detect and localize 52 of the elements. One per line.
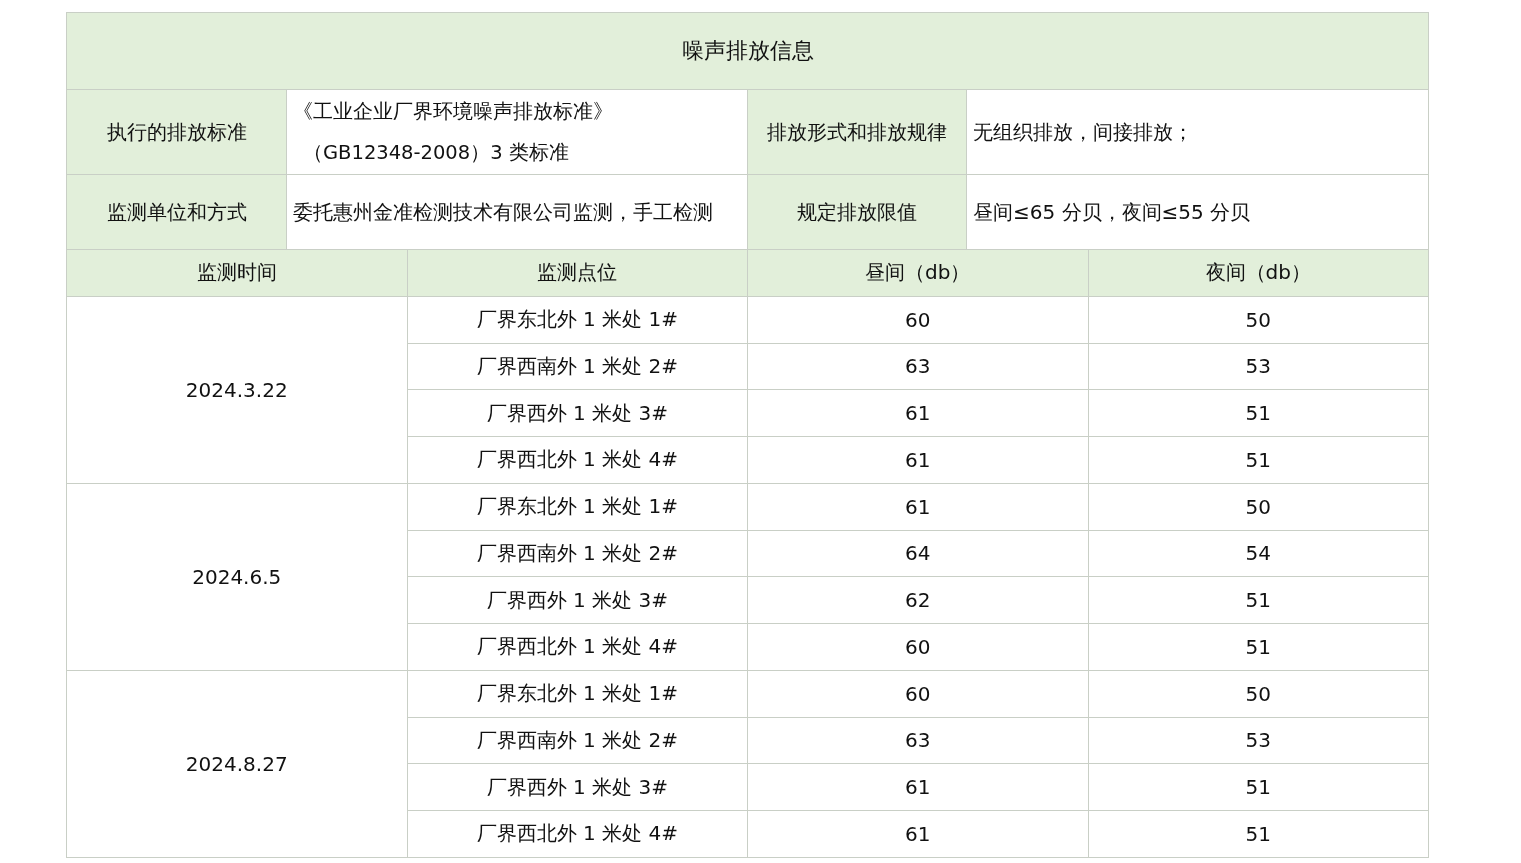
label-cell: 监测单位和方式: [67, 175, 287, 250]
column-header: 昼间（db）: [748, 250, 1089, 297]
label-cell: 规定排放限值: [748, 175, 967, 250]
table-cell: 61: [748, 811, 1089, 858]
table-cell: 厂界西南外 1 米处 2#: [407, 717, 748, 765]
table-cell: 51: [1088, 390, 1429, 437]
column-header: 监测时间: [67, 250, 408, 297]
table-cell: 厂界东北外 1 米处 1#: [407, 483, 748, 531]
column-header: 监测点位: [407, 250, 748, 297]
table-cell: 60: [748, 296, 1089, 344]
table-cell: 50: [1088, 483, 1429, 531]
table-cell: 厂界西北外 1 米处 4#: [407, 811, 748, 858]
table-cell: 50: [1088, 296, 1429, 344]
table-cell: 64: [748, 530, 1089, 578]
table-cell: 2024.6.5: [67, 483, 408, 671]
table-cell: 厂界西北外 1 米处 4#: [407, 624, 748, 671]
table-cell: 60: [748, 624, 1089, 671]
value-cell: 昼间≤65 分贝，夜间≤55 分贝: [967, 175, 1429, 250]
table-cell: 63: [748, 717, 1089, 765]
table-cell: 2024.8.27: [67, 670, 408, 858]
table-cell: 63: [748, 343, 1089, 391]
table-cell: 厂界西南外 1 米处 2#: [407, 343, 748, 391]
value-cell: 无组织排放，间接排放；: [967, 90, 1429, 175]
table-cell: 54: [1088, 530, 1429, 578]
table-cell: 51: [1088, 624, 1429, 671]
table-cell: 60: [748, 670, 1089, 718]
column-header: 夜间（db）: [1088, 250, 1429, 297]
table-cell: 61: [748, 764, 1089, 811]
value-cell: 《工业企业厂界环境噪声排放标准》 （GB12348-2008）3 类标准: [287, 90, 748, 175]
label-cell: 排放形式和排放规律: [748, 90, 967, 175]
table-cell: 61: [748, 437, 1089, 484]
label-cell: 执行的排放标准: [67, 90, 287, 175]
table-cell: 53: [1088, 343, 1429, 391]
table-cell: 50: [1088, 670, 1429, 718]
table-cell: 厂界西北外 1 米处 4#: [407, 437, 748, 484]
table-cell: 厂界东北外 1 米处 1#: [407, 670, 748, 718]
table-cell: 厂界西南外 1 米处 2#: [407, 530, 748, 578]
table-cell: 61: [748, 483, 1089, 531]
table-cell: 62: [748, 577, 1089, 624]
table-cell: 51: [1088, 764, 1429, 811]
table-cell: 厂界西外 1 米处 3#: [407, 577, 748, 624]
table-cell: 51: [1088, 577, 1429, 624]
table-cell: 53: [1088, 717, 1429, 765]
value-cell: 委托惠州金准检测技术有限公司监测，手工检测: [287, 175, 748, 250]
table-cell: 厂界西外 1 米处 3#: [407, 390, 748, 437]
table-cell: 61: [748, 390, 1089, 437]
table-cell: 51: [1088, 437, 1429, 484]
table-title: 噪声排放信息: [67, 13, 1429, 90]
table-cell: 51: [1088, 811, 1429, 858]
table-cell: 厂界东北外 1 米处 1#: [407, 296, 748, 344]
table-cell: 2024.3.22: [67, 296, 408, 484]
table-cell: 厂界西外 1 米处 3#: [407, 764, 748, 811]
